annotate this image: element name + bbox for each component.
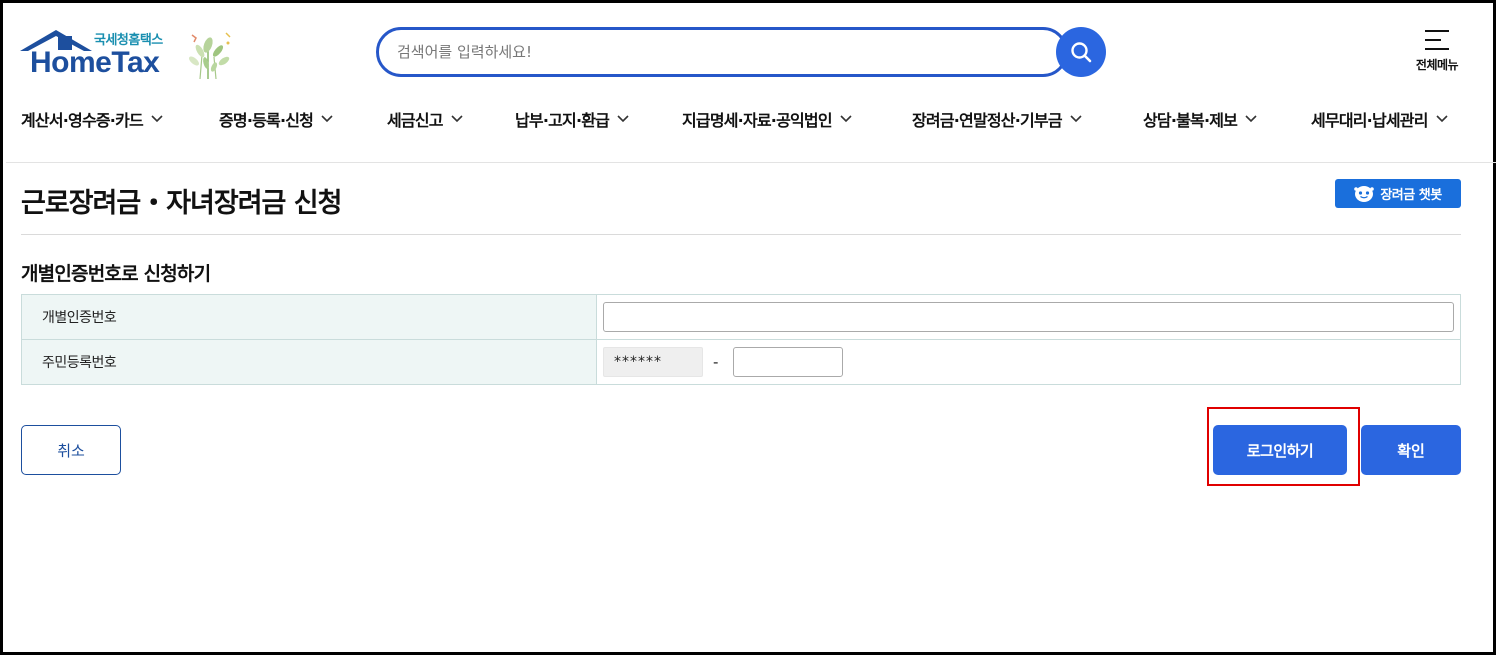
chatbot-label: 장려금 챗봇 — [1380, 188, 1442, 203]
resident-number-label: 주민등록번호 — [21, 339, 597, 385]
chatbot-icon — [1354, 185, 1375, 202]
nav-item-label: 세무대리·납세관리 — [1311, 111, 1428, 130]
search-input[interactable] — [397, 39, 1037, 65]
page-frame: 국세청홈택스 HomeTax 검색어를 입력하세요! 전체메뉴 계산서·영수증·… — [0, 0, 1496, 655]
plant-icon — [189, 32, 231, 79]
nav-item-label: 상담·불복·제보 — [1143, 111, 1238, 130]
nav-item-label: 세금신고 — [387, 111, 443, 130]
page-title: 근로장려금・자녀장려금 신청 — [21, 188, 342, 219]
all-menu-button[interactable]: 전체메뉴 — [1407, 29, 1467, 79]
search-button[interactable] — [1056, 27, 1106, 77]
chevron-down-icon — [617, 115, 629, 123]
chatbot-button[interactable]: 장려금 챗봇 — [1335, 179, 1461, 208]
nav-item-invoice[interactable]: 계산서·영수증·카드 — [21, 107, 163, 131]
chevron-down-icon — [321, 115, 333, 123]
nav-item-consult[interactable]: 상담·불복·제보 — [1143, 107, 1257, 131]
individual-auth-number-label: 개별인증번호 — [21, 294, 597, 340]
login-button[interactable]: 로그인하기 — [1213, 425, 1347, 475]
logo-title: HomeTax — [30, 46, 160, 79]
nav-item-label: 지급명세·자료·공익법인 — [682, 111, 833, 130]
search-icon — [1071, 42, 1092, 63]
search-box[interactable] — [376, 27, 1068, 77]
chevron-down-icon — [1070, 115, 1082, 123]
nav-item-statement[interactable]: 지급명세·자료·공익법인 — [682, 107, 852, 131]
individual-auth-number-input[interactable] — [603, 302, 1454, 332]
chevron-down-icon — [840, 115, 852, 123]
section-title: 개별인증번호로 신청하기 — [21, 263, 211, 285]
confirm-button[interactable]: 확인 — [1361, 425, 1461, 475]
chevron-down-icon — [1436, 115, 1448, 123]
nav-item-label: 계산서·영수증·카드 — [21, 111, 144, 130]
nav-item-label: 납부·고지·환급 — [515, 111, 610, 130]
nav-item-certificate[interactable]: 증명·등록·신청 — [219, 107, 333, 131]
chevron-down-icon — [1245, 115, 1257, 123]
all-menu-label: 전체메뉴 — [1415, 58, 1459, 72]
nav-divider — [6, 162, 1496, 163]
nav-item-tax-return[interactable]: 세금신고 — [387, 107, 463, 131]
resident-number-back-input[interactable] — [733, 347, 843, 377]
cancel-button[interactable]: 취소 — [21, 425, 121, 475]
resident-number-cell — [596, 339, 1461, 385]
hamburger-icon — [1425, 30, 1449, 50]
resident-number-separator: - — [713, 353, 719, 371]
title-divider — [21, 234, 1461, 235]
nav-item-payment[interactable]: 납부·고지·환급 — [515, 107, 629, 131]
resident-number-front-field: ****** — [603, 347, 703, 377]
hometax-logo[interactable]: 국세청홈택스 HomeTax — [18, 27, 238, 83]
chevron-down-icon — [451, 115, 463, 123]
nav-item-agent[interactable]: 세무대리·납세관리 — [1311, 107, 1448, 131]
nav-item-label: 증명·등록·신청 — [219, 111, 314, 130]
nav-item-label: 장려금·연말정산·기부금 — [912, 111, 1063, 130]
chevron-down-icon — [151, 115, 163, 123]
nav-item-incentive[interactable]: 장려금·연말정산·기부금 — [912, 107, 1082, 131]
main-navigation: 계산서·영수증·카드 증명·등록·신청 세금신고 납부·고지·환급 지급명세·자… — [21, 107, 1466, 137]
